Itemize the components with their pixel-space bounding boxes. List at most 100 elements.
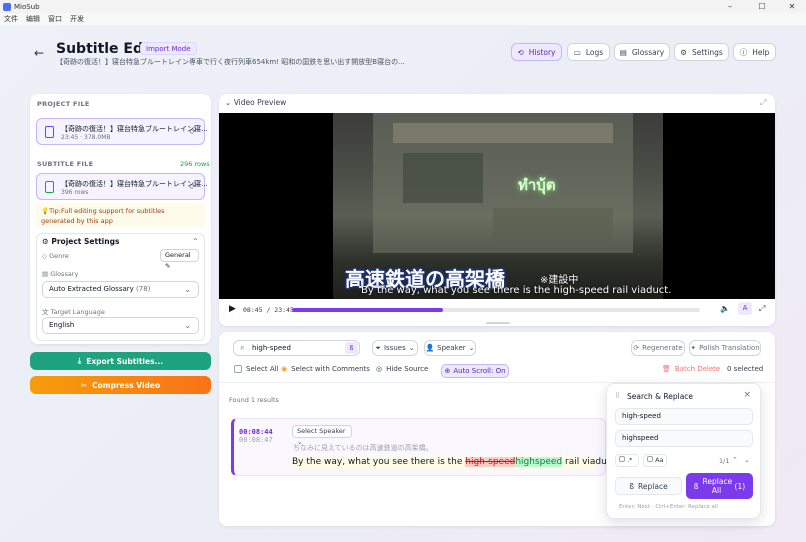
replace-all-button[interactable]: ß Replace All (1) [686, 473, 753, 499]
genre-label: ◇ Genre [42, 252, 69, 260]
comment-icon: ◉ [281, 365, 288, 373]
genre-button[interactable]: General ✎ [160, 249, 199, 270]
settings-button[interactable]: ⚙ Settings [674, 43, 729, 61]
added-text: highspeed [515, 457, 563, 467]
menu-edit[interactable]: 编辑 [26, 14, 40, 24]
chevron-down-icon: ⌄ [408, 344, 415, 352]
play-icon[interactable]: ▶ [229, 304, 236, 314]
project-settings-header[interactable]: ⚙ Project Settings [42, 237, 119, 246]
target-language-label: 文 Target Language [42, 308, 105, 316]
logs-button[interactable]: ▭ Logs [567, 43, 610, 61]
scissors-icon: ✂ [80, 380, 88, 390]
replace-button[interactable]: ß Replace [615, 477, 682, 495]
volume-icon[interactable]: 🔈 [720, 304, 730, 313]
rows-badge: 296 rows [180, 160, 210, 168]
sparkle-icon: ✦ [690, 344, 697, 352]
refresh-icon: ⟳ [633, 344, 640, 352]
batch-delete-button[interactable]: 🗑 Batch Delete [662, 365, 720, 373]
hide-source-button[interactable]: ◎ Hide Source [376, 365, 428, 373]
chevron-down-icon[interactable]: ⌄ [744, 456, 750, 464]
project-file-card[interactable]: 【奇跡の復活！】寝台特急ブルートレイン寝... 23:45 · 378.0MB … [36, 118, 208, 145]
user-icon: 👤 [425, 344, 435, 352]
drag-handle-icon[interactable]: ⠿ [615, 392, 620, 400]
compress-video-button[interactable]: ✂ Compress Video [30, 376, 211, 394]
subtitle-overlay-en: By the way, what you see there is the hi… [361, 285, 672, 296]
neon-sign: ทำบุ้ต [518, 176, 556, 194]
progress-bar[interactable] [292, 308, 700, 312]
select-all-checkbox[interactable]: Select All [234, 365, 279, 373]
start-time[interactable]: 00:08:44 [239, 428, 273, 436]
refresh-icon[interactable]: ⟳ [189, 127, 196, 136]
search-icon: ⌕ [240, 343, 245, 352]
history-icon: ⟲ [517, 47, 524, 57]
issues-filter[interactable]: ⏷ Issues ⌄ [372, 340, 418, 356]
speaker-select[interactable]: Select Speaker ⌄ [292, 425, 352, 446]
chevron-up-icon[interactable]: ⌃ [732, 456, 738, 464]
book-icon: ▤ [42, 270, 49, 278]
file-icon: ▭ [573, 47, 581, 57]
match-case-toggle[interactable]: Aa [643, 454, 667, 467]
help-button[interactable]: ⓘ Help [733, 43, 776, 61]
mode-badge: Import Mode [140, 42, 197, 55]
close-icon[interactable]: × [743, 390, 751, 400]
translation-text[interactable]: By the way, what you see there is the hi… [292, 455, 618, 469]
glossary-select[interactable]: Auto Extracted Glossary (78) ⌄ [42, 281, 199, 298]
help-icon: ⓘ [739, 47, 748, 57]
gear-icon: ⚙ [680, 47, 687, 57]
expand-icon[interactable]: ⤢ [760, 98, 766, 108]
subtitle-toggle-icon[interactable]: A [738, 302, 752, 315]
menu-file[interactable]: 文件 [4, 14, 18, 24]
lightbulb-icon: 💡 [41, 207, 50, 215]
history-button[interactable]: ⟲ History [511, 43, 562, 61]
find-input[interactable]: high-speed [615, 408, 753, 425]
match-count: 1/1 [719, 457, 730, 465]
collapse-icon[interactable]: ⌃ [192, 237, 199, 246]
chevron-down-icon[interactable]: ⌄ [225, 98, 231, 107]
chevron-down-icon: ⌄ [184, 321, 191, 330]
removed-text: high-speed [465, 457, 516, 467]
subtitle-file-card[interactable]: 【奇跡の復活！】寝台特急ブルートレイン寝... 396 rows ⟳ [36, 173, 208, 200]
app-icon [3, 2, 11, 11]
fullscreen-icon[interactable]: ⤢ [759, 304, 765, 314]
search-input[interactable]: ⌕ high-speed × [233, 340, 360, 356]
glossary-label: ▤ Glossary [42, 270, 79, 278]
close-icon[interactable]: ✕ [778, 0, 806, 13]
regex-toggle[interactable]: .* [615, 454, 639, 467]
export-subtitles-button[interactable]: ⤓ Export Subtitles... [30, 352, 211, 370]
window-title: MioSub [14, 2, 40, 11]
select-with-comments-button[interactable]: ◉ Select with Comments [281, 365, 370, 373]
time-display: 08:45 / 23:45 [243, 306, 294, 314]
search-replace-title: Search & Replace [627, 392, 694, 401]
project-file-name: 【奇跡の復活！】寝台特急ブルートレイン寝... [61, 125, 208, 133]
auto-scroll-toggle[interactable]: ⊕ Auto Scroll: On [441, 364, 509, 378]
refresh-icon[interactable]: ⟳ [189, 182, 196, 191]
speaker-filter[interactable]: 👤 Speaker ⌄ [424, 340, 476, 356]
target-language-select[interactable]: English ⌄ [42, 317, 199, 334]
subtitle-overlay-jp-note: ※建設中 [540, 275, 579, 286]
chevron-down-icon: ⌄ [184, 285, 191, 294]
menu-window[interactable]: 窗口 [48, 14, 62, 24]
polish-translation-button[interactable]: ✦ Polish Translation [689, 340, 761, 356]
source-text: ちなみに見えているのは高速鉄道の高架橋。 [293, 444, 433, 452]
replace-toggle-icon[interactable]: ß [345, 342, 358, 354]
menu-bar: 文件 编辑 窗口 开发 [0, 13, 806, 25]
trash-icon: 🗑 [662, 365, 671, 373]
subtitle-file-meta: 396 rows [61, 189, 89, 196]
video-preview-header: ⌄ Video Preview [225, 98, 287, 107]
replace-input[interactable]: highspeed [615, 430, 753, 447]
search-replace-popover: ⠿ Search & Replace × high-speed highspee… [606, 383, 761, 519]
chevron-down-icon: ⌄ [468, 344, 475, 352]
progress-fill [292, 308, 443, 312]
subtitle-file-icon [45, 181, 54, 193]
back-arrow-icon[interactable]: ← [34, 46, 44, 60]
minimize-icon[interactable]: – [716, 0, 744, 13]
maximize-icon[interactable]: ☐ [748, 0, 776, 13]
glossary-button[interactable]: ▤ Glossary [614, 43, 670, 61]
end-time[interactable]: 00:08:47 [239, 436, 273, 444]
resize-handle[interactable] [486, 322, 510, 324]
regenerate-button[interactable]: ⟳ Regenerate [631, 340, 685, 356]
filter-icon: ⏷ [375, 343, 381, 352]
menu-dev[interactable]: 开发 [70, 14, 84, 24]
replace-icon: ß [693, 481, 699, 491]
results-count: Found 1 results [229, 396, 279, 404]
